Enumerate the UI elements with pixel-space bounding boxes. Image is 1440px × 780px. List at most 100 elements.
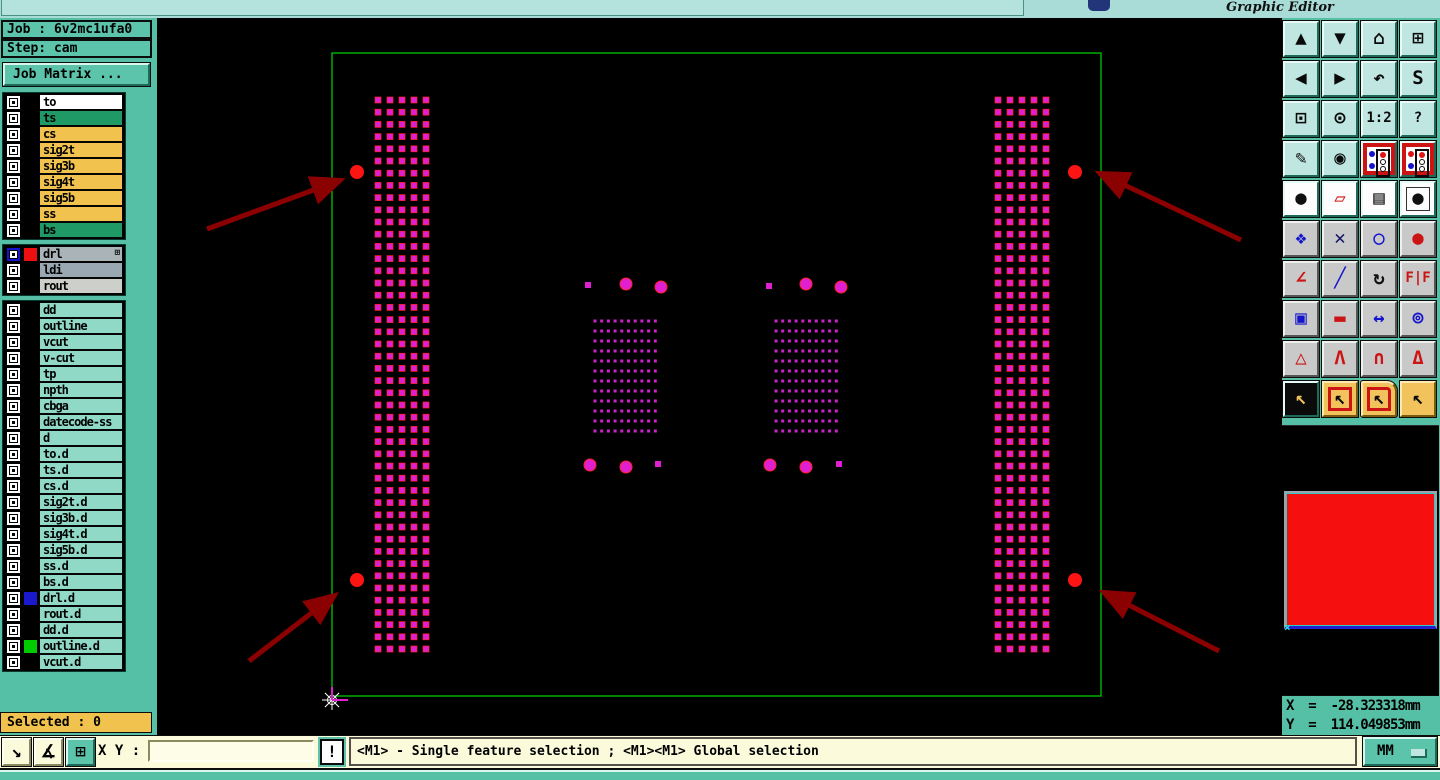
job-matrix-button[interactable]: Job Matrix ... bbox=[2, 62, 151, 87]
layer-row-ts[interactable]: ts bbox=[3, 110, 125, 126]
layer-name[interactable]: sig3b bbox=[39, 158, 123, 174]
layer-visibility-checkbox[interactable] bbox=[7, 479, 20, 493]
layer-name[interactable]: to.d bbox=[39, 446, 123, 462]
layer-name[interactable]: sig5b bbox=[39, 190, 123, 206]
layer-visibility-checkbox[interactable] bbox=[7, 623, 20, 637]
layer-name[interactable]: vcut.d bbox=[39, 654, 123, 670]
layer-name[interactable]: datecode-ss bbox=[39, 414, 123, 430]
layer-row-ss.d[interactable]: ss.d bbox=[3, 558, 125, 574]
layer-name[interactable]: sig2t.d bbox=[39, 494, 123, 510]
layer-row-datecode-ss[interactable]: datecode-ss bbox=[3, 414, 125, 430]
serpentine-view-button[interactable]: S bbox=[1399, 60, 1437, 98]
layer-name[interactable]: rout bbox=[39, 278, 123, 294]
layer-row-cs[interactable]: cs bbox=[3, 126, 125, 142]
layer-visibility-checkbox[interactable] bbox=[7, 415, 20, 429]
zoom-ratio-1-2-button[interactable]: 1:2 bbox=[1360, 100, 1398, 138]
layer-row-dd[interactable]: dd bbox=[3, 302, 125, 318]
layer-name[interactable]: d bbox=[39, 430, 123, 446]
layer-name[interactable]: outline bbox=[39, 318, 123, 334]
pan-right-button[interactable]: ▶ bbox=[1321, 60, 1359, 98]
layer-visibility-checkbox[interactable] bbox=[7, 303, 20, 317]
slot-tool-button[interactable]: ▬ bbox=[1321, 300, 1359, 338]
layer-row-drl[interactable]: drl ⊞ bbox=[3, 246, 125, 262]
overview-navigator[interactable]: × bbox=[1282, 425, 1439, 696]
layer-visibility-checkbox[interactable] bbox=[7, 247, 20, 261]
layer-row-sig3b[interactable]: sig3b bbox=[3, 158, 125, 174]
layer-visibility-checkbox[interactable] bbox=[7, 95, 20, 109]
xy-coordinate-input[interactable] bbox=[148, 740, 314, 762]
layer-name[interactable]: ss bbox=[39, 206, 123, 222]
layer-visibility-checkbox[interactable] bbox=[7, 111, 20, 125]
layer-row-sig4t.d[interactable]: sig4t.d bbox=[3, 526, 125, 542]
layer-options-icon[interactable]: ⊞ bbox=[115, 248, 120, 258]
measure-line-button[interactable]: ╱ bbox=[1321, 260, 1359, 298]
layer-visibility-checkbox[interactable] bbox=[7, 543, 20, 557]
layer-name[interactable]: sig4t.d bbox=[39, 526, 123, 542]
layer-visibility-checkbox[interactable] bbox=[7, 351, 20, 365]
reference-select-filled-button[interactable]: ● bbox=[1399, 220, 1437, 258]
graphic-tools-button[interactable]: ✎ bbox=[1282, 140, 1320, 178]
layer-row-outline.d[interactable]: outline.d bbox=[3, 638, 125, 654]
layer-name[interactable]: bs.d bbox=[39, 574, 123, 590]
layer-row-sig3b.d[interactable]: sig3b.d bbox=[3, 510, 125, 526]
select-polygon-mode-button[interactable]: ↖ bbox=[1360, 380, 1398, 418]
select-pad-button[interactable]: ● bbox=[1399, 180, 1437, 218]
arc-tool-span-button[interactable]: Δ bbox=[1399, 340, 1437, 378]
layer-name[interactable]: to bbox=[39, 94, 123, 110]
window-select-button[interactable]: ⊞ bbox=[65, 737, 96, 767]
snap-marker-button[interactable]: ◉ bbox=[1321, 140, 1359, 178]
layer-row-to[interactable]: to bbox=[3, 94, 125, 110]
layer-visibility-checkbox[interactable] bbox=[7, 607, 20, 621]
select-frame-mode-button[interactable]: ↖ bbox=[1321, 380, 1359, 418]
zoom-extents-button[interactable]: ⊡ bbox=[1282, 100, 1320, 138]
arc-tool-dome-button[interactable]: ∩ bbox=[1360, 340, 1398, 378]
layer-name[interactable]: rout.d bbox=[39, 606, 123, 622]
layer-row-sig5b.d[interactable]: sig5b.d bbox=[3, 542, 125, 558]
layer-row-vcut[interactable]: vcut bbox=[3, 334, 125, 350]
layer-name[interactable]: bs bbox=[39, 222, 123, 238]
view-page-up-button[interactable]: ▲ bbox=[1282, 20, 1320, 58]
chain-select-button[interactable]: ❖ bbox=[1282, 220, 1320, 258]
layer-name[interactable]: ts.d bbox=[39, 462, 123, 478]
layer-visibility-checkbox[interactable] bbox=[7, 575, 20, 589]
layer-row-ts.d[interactable]: ts.d bbox=[3, 462, 125, 478]
move-feature-button[interactable]: ● bbox=[1282, 180, 1320, 218]
layer-name[interactable]: sig5b.d bbox=[39, 542, 123, 558]
layer-name[interactable]: ss.d bbox=[39, 558, 123, 574]
layer-row-cbga[interactable]: cbga bbox=[3, 398, 125, 414]
layer-row-rout.d[interactable]: rout.d bbox=[3, 606, 125, 622]
measure-distance-button[interactable]: ↘ bbox=[1, 737, 32, 767]
layer-visibility-checkbox[interactable] bbox=[7, 319, 20, 333]
layer-visibility-checkbox[interactable] bbox=[7, 159, 20, 173]
pan-left-button[interactable]: ◀ bbox=[1282, 60, 1320, 98]
layer-stack-b-button[interactable] bbox=[1399, 140, 1437, 178]
layer-name[interactable]: cs.d bbox=[39, 478, 123, 494]
layer-name[interactable]: drl ⊞ bbox=[39, 246, 123, 262]
rotate-feature-button[interactable]: ↻ bbox=[1360, 260, 1398, 298]
layer-visibility-checkbox[interactable] bbox=[7, 559, 20, 573]
select-net-mode-button[interactable]: ↖ bbox=[1399, 380, 1437, 418]
layer-row-to.d[interactable]: to.d bbox=[3, 446, 125, 462]
layer-visibility-checkbox[interactable] bbox=[7, 383, 20, 397]
layer-name[interactable]: cs bbox=[39, 126, 123, 142]
layer-name[interactable]: outline.d bbox=[39, 638, 123, 654]
overview-viewport-rect[interactable]: × bbox=[1284, 491, 1437, 634]
layer-visibility-checkbox[interactable] bbox=[7, 191, 20, 205]
layer-row-npth[interactable]: npth bbox=[3, 382, 125, 398]
previous-view-button[interactable]: ↶ bbox=[1360, 60, 1398, 98]
measure-angle-line-button[interactable]: ∠ bbox=[1282, 260, 1320, 298]
layer-name[interactable]: dd.d bbox=[39, 622, 123, 638]
arc-tool-peak-button[interactable]: Λ bbox=[1321, 340, 1359, 378]
layer-visibility-checkbox[interactable] bbox=[7, 655, 20, 669]
layer-visibility-checkbox[interactable] bbox=[7, 143, 20, 157]
merge-shapes-button[interactable]: ⊚ bbox=[1399, 300, 1437, 338]
layer-visibility-checkbox[interactable] bbox=[7, 639, 20, 653]
layer-visibility-checkbox[interactable] bbox=[7, 263, 20, 277]
layer-row-outline[interactable]: outline bbox=[3, 318, 125, 334]
split-window-xy-button[interactable]: ⊞ bbox=[1399, 20, 1437, 58]
layer-name[interactable]: sig2t bbox=[39, 142, 123, 158]
layer-visibility-checkbox[interactable] bbox=[7, 447, 20, 461]
layer-row-vcut.d[interactable]: vcut.d bbox=[3, 654, 125, 670]
layer-visibility-checkbox[interactable] bbox=[7, 463, 20, 477]
layer-visibility-checkbox[interactable] bbox=[7, 367, 20, 381]
